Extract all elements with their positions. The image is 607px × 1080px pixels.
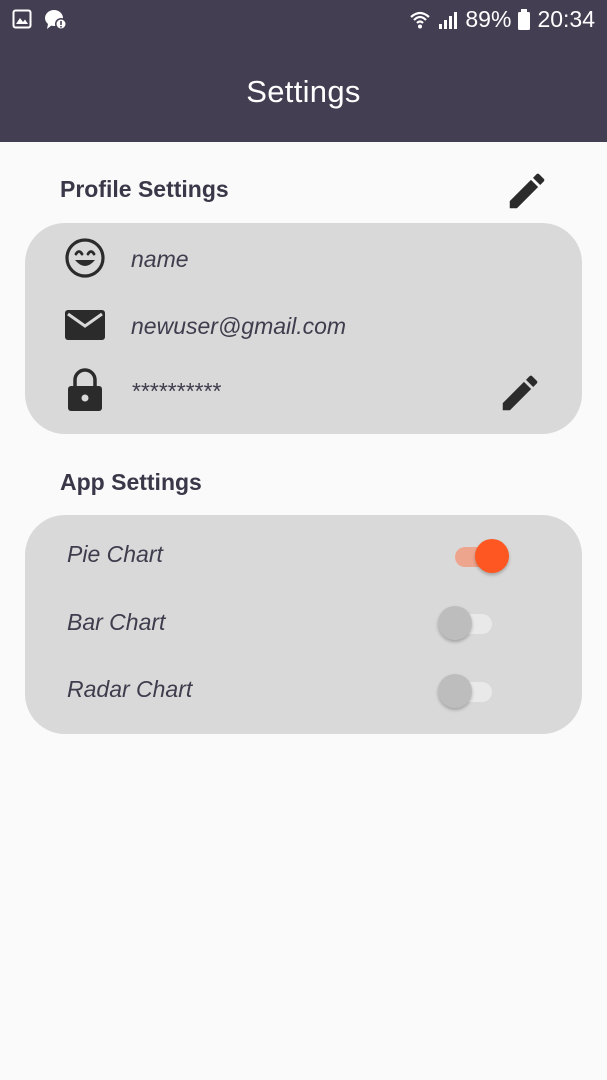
smile-icon xyxy=(63,236,107,280)
profile-card: name newuser@gmail.com ********** xyxy=(25,223,582,434)
app-settings-card: Pie Chart Bar Chart Radar Chart xyxy=(25,515,582,734)
mail-icon xyxy=(63,303,107,347)
profile-settings-heading: Profile Settings xyxy=(60,176,229,202)
radar-chart-label: Radar Chart xyxy=(67,676,193,702)
clock: 20:34 xyxy=(537,6,595,32)
radar-chart-toggle[interactable] xyxy=(436,670,496,710)
edit-password-button[interactable] xyxy=(497,370,543,416)
edit-profile-button[interactable] xyxy=(504,168,550,214)
bar-chart-toggle[interactable] xyxy=(436,602,496,642)
status-left-icons xyxy=(12,9,68,31)
toggle-thumb xyxy=(438,674,472,708)
battery-icon xyxy=(517,8,531,31)
toggle-thumb xyxy=(475,539,509,573)
profile-password: ********** xyxy=(131,378,221,404)
app-bar: Settings xyxy=(0,42,607,142)
toggle-thumb xyxy=(438,606,472,640)
status-right: 89% 20:34 xyxy=(409,6,595,33)
bar-chart-label: Bar Chart xyxy=(67,609,166,635)
profile-name: name xyxy=(131,246,189,272)
profile-email: newuser@gmail.com xyxy=(131,313,347,339)
pie-chart-toggle[interactable] xyxy=(451,535,511,575)
gallery-icon xyxy=(12,9,32,31)
battery-percent: 89% xyxy=(465,6,512,32)
wifi-icon xyxy=(409,9,431,31)
page-title: Settings xyxy=(246,74,361,109)
chat-notification-icon xyxy=(44,9,68,31)
pencil-icon xyxy=(502,375,538,411)
signal-icon xyxy=(437,9,459,31)
status-bar: 89% 20:34 xyxy=(0,0,607,42)
app-settings-heading: App Settings xyxy=(60,469,202,495)
pencil-icon xyxy=(509,173,545,209)
pie-chart-label: Pie Chart xyxy=(67,541,163,567)
lock-icon xyxy=(63,368,107,412)
